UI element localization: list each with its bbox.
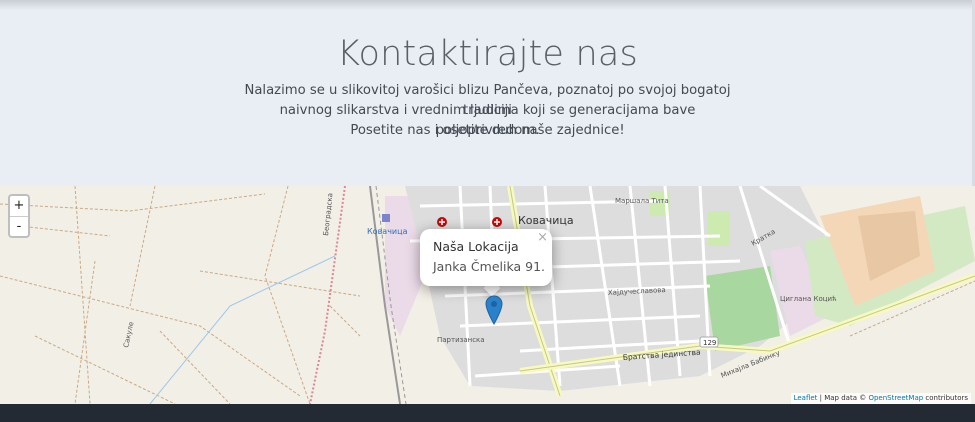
road-number-label: 129 bbox=[703, 339, 716, 347]
popup-address: Janka Čmelika 91. bbox=[433, 259, 545, 274]
street-canal-label: Сакуле bbox=[122, 321, 135, 348]
station-label: Ковачица bbox=[367, 227, 408, 236]
contact-hero: Kontaktirajte nas Nalazimo se u slikovit… bbox=[0, 0, 975, 186]
canal bbox=[149, 255, 336, 404]
station-icon bbox=[382, 214, 390, 222]
zoom-control: + - bbox=[8, 194, 30, 238]
attribution-suffix: contributors bbox=[923, 394, 968, 402]
description-line-3: Posetite nas i osetite duh naše zajednic… bbox=[350, 123, 625, 138]
page-title: Kontaktirajte nas bbox=[337, 34, 638, 74]
town-label: Ковачица bbox=[518, 214, 574, 227]
street-beograd-label: Београдска bbox=[322, 193, 334, 237]
header-shadow bbox=[0, 0, 975, 10]
close-icon[interactable]: × bbox=[537, 230, 548, 245]
leaflet-link[interactable]: Leaflet bbox=[794, 394, 818, 402]
map-attribution: Leaflet | Map data © OpenStreetMap contr… bbox=[790, 393, 971, 404]
popup-title: Naša Lokacija bbox=[433, 239, 519, 254]
street-partizanska-label: Партизанска bbox=[437, 336, 485, 344]
zoom-in-button[interactable]: + bbox=[10, 196, 28, 217]
osm-link[interactable]: OpenStreetMap bbox=[868, 394, 923, 402]
location-popup: Naša Lokacija Janka Čmelika 91. × bbox=[420, 229, 552, 286]
cemetery-label: Циглана Коцић bbox=[780, 295, 837, 303]
zoom-out-button[interactable]: - bbox=[10, 217, 28, 237]
attribution-separator: | Map data © bbox=[817, 394, 869, 402]
map-pin-icon[interactable] bbox=[485, 295, 503, 325]
footer-bar bbox=[0, 404, 975, 422]
park-2 bbox=[708, 211, 730, 246]
street-maxima-label: Маршала Тита bbox=[615, 197, 669, 205]
